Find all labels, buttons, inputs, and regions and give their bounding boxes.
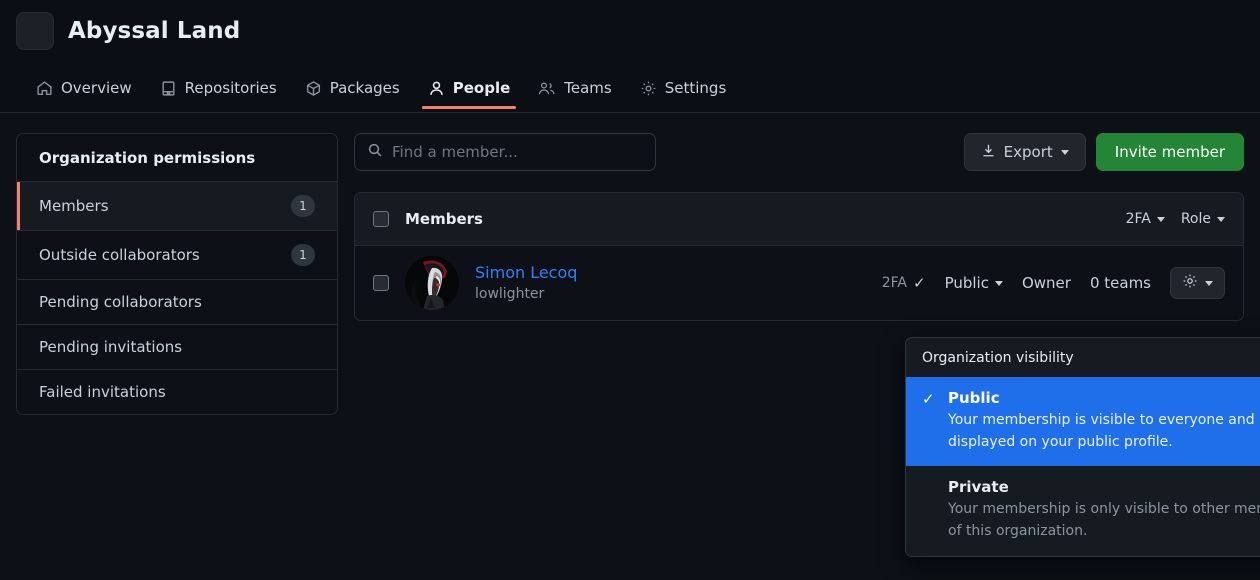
nav-tab-packages-label: Packages [329, 79, 400, 97]
chevron-down-icon [1217, 216, 1225, 222]
nav-tab-overview[interactable]: Overview [22, 79, 146, 109]
visibility-menu-header: Organization visibility [906, 338, 1260, 377]
gear-icon [1182, 273, 1198, 293]
sidebar-item-outside-collaborators[interactable]: Outside collaborators 1 [17, 231, 337, 280]
twofa-filter-dropdown[interactable]: 2FA [1126, 211, 1165, 227]
sidebar-item-members-count: 1 [291, 195, 315, 217]
member-role: Owner [1021, 274, 1071, 292]
person-icon [428, 80, 445, 97]
search-icon [367, 142, 383, 162]
package-icon [305, 80, 322, 97]
nav-tab-people-label: People [452, 79, 511, 97]
nav-tab-settings-label: Settings [664, 79, 727, 97]
chevron-down-icon [994, 280, 1003, 286]
members-toolbar: Export Invite member [354, 133, 1244, 171]
twofa-status-label: 2FA [881, 275, 907, 291]
row-select-checkbox[interactable] [373, 275, 389, 291]
nav-tab-repositories-label: Repositories [184, 79, 277, 97]
organization-avatar [16, 12, 54, 50]
sidebar-item-failed-invitations-label: Failed invitations [39, 383, 166, 401]
nav-tab-overview-label: Overview [61, 79, 132, 97]
sidebar-item-pending-collaborators[interactable]: Pending collaborators [17, 280, 337, 325]
sidebar-title: Organization permissions [17, 134, 337, 182]
members-table-header: Members 2FA Role [355, 193, 1243, 246]
gear-icon [640, 80, 657, 97]
nav-tab-teams-label: Teams [564, 79, 612, 97]
members-table-title: Members [405, 210, 483, 228]
member-name-link[interactable]: Simon Lecoq [475, 262, 577, 284]
visibility-option-public-description: Your membership is visible to everyone a… [948, 412, 1260, 450]
select-all-checkbox[interactable] [373, 211, 389, 227]
export-button-label: Export [1003, 143, 1053, 161]
role-filter-dropdown[interactable]: Role [1181, 211, 1225, 227]
invite-member-button-label: Invite member [1114, 143, 1225, 161]
visibility-option-private[interactable]: ✓ Private Your membership is only visibl… [906, 466, 1260, 555]
twofa-filter-label: 2FA [1125, 211, 1151, 227]
search-member-box[interactable] [354, 133, 656, 171]
nav-tab-teams[interactable]: Teams [524, 79, 625, 109]
organization-nav-tabs: Overview Repositories Packages People Te… [0, 64, 1260, 109]
download-icon [981, 143, 996, 162]
nav-tab-repositories[interactable]: Repositories [146, 79, 291, 109]
members-main-panel: Export Invite member Members 2FA Role [354, 133, 1244, 321]
members-table: Members 2FA Role Simon Lecoq lowlighter … [354, 192, 1244, 321]
visibility-option-private-title: Private [948, 478, 1009, 497]
nav-tab-settings[interactable]: Settings [626, 79, 741, 109]
visibility-option-public-title: Public [948, 389, 1000, 407]
member-row-controls: 2FA ✓ Public Owner 0 teams [882, 267, 1225, 299]
sidebar-item-failed-invitations[interactable]: Failed invitations [17, 370, 337, 414]
sidebar-item-outside-collaborators-label: Outside collaborators [39, 246, 200, 264]
role-filter-label: Role [1180, 211, 1211, 227]
nav-tab-packages[interactable]: Packages [291, 79, 414, 109]
home-icon [36, 80, 53, 97]
repo-icon [160, 80, 177, 97]
visibility-value: Public [944, 274, 989, 292]
sidebar-item-outside-collaborators-count: 1 [291, 244, 315, 266]
visibility-option-private-body: Private Your membership is only visible … [948, 477, 1260, 542]
member-settings-button[interactable] [1170, 267, 1225, 299]
chevron-down-icon [1156, 216, 1165, 222]
member-teams-count: 0 teams [1089, 274, 1151, 292]
check-icon: ✓ [912, 274, 926, 292]
member-identity: Simon Lecoq lowlighter [475, 262, 577, 304]
sidebar-item-pending-invitations[interactable]: Pending invitations [17, 325, 337, 370]
organization-visibility-menu: Organization visibility ✓ Public Your me… [905, 337, 1260, 557]
avatar [405, 256, 459, 310]
visibility-option-private-description: Your membership is only visible to other… [948, 501, 1260, 540]
chevron-down-icon [1205, 280, 1213, 286]
sidebar-item-members[interactable]: Members 1 [17, 182, 337, 231]
nav-tab-people[interactable]: People [414, 79, 525, 109]
member-login: lowlighter [475, 285, 545, 302]
organization-name: Abyssal Land [68, 18, 241, 44]
visibility-option-public[interactable]: ✓ Public Your membership is visible to e… [906, 377, 1260, 467]
organization-permissions-sidebar: Organization permissions Members 1 Outsi… [16, 133, 338, 415]
invite-member-button[interactable]: Invite member [1095, 133, 1244, 171]
org-title-row: Abyssal Land [0, 0, 1260, 50]
chevron-down-icon [1060, 149, 1069, 155]
twofa-status: 2FA ✓ [882, 274, 926, 292]
visibility-option-public-body: Public Your membership is visible to eve… [948, 388, 1260, 453]
table-row: Simon Lecoq lowlighter 2FA ✓ Public Owne… [355, 246, 1243, 320]
export-button[interactable]: Export [963, 133, 1086, 171]
people-icon [538, 80, 556, 97]
sidebar-item-pending-collaborators-label: Pending collaborators [39, 293, 202, 311]
sidebar-item-pending-invitations-label: Pending invitations [39, 338, 183, 356]
visibility-dropdown-trigger[interactable]: Public [945, 274, 1003, 292]
search-input[interactable] [392, 143, 643, 161]
organization-header: Abyssal Land Overview Repositories Packa… [0, 0, 1260, 113]
check-icon: ✓ [922, 390, 935, 408]
sidebar-item-members-label: Members [39, 197, 109, 215]
